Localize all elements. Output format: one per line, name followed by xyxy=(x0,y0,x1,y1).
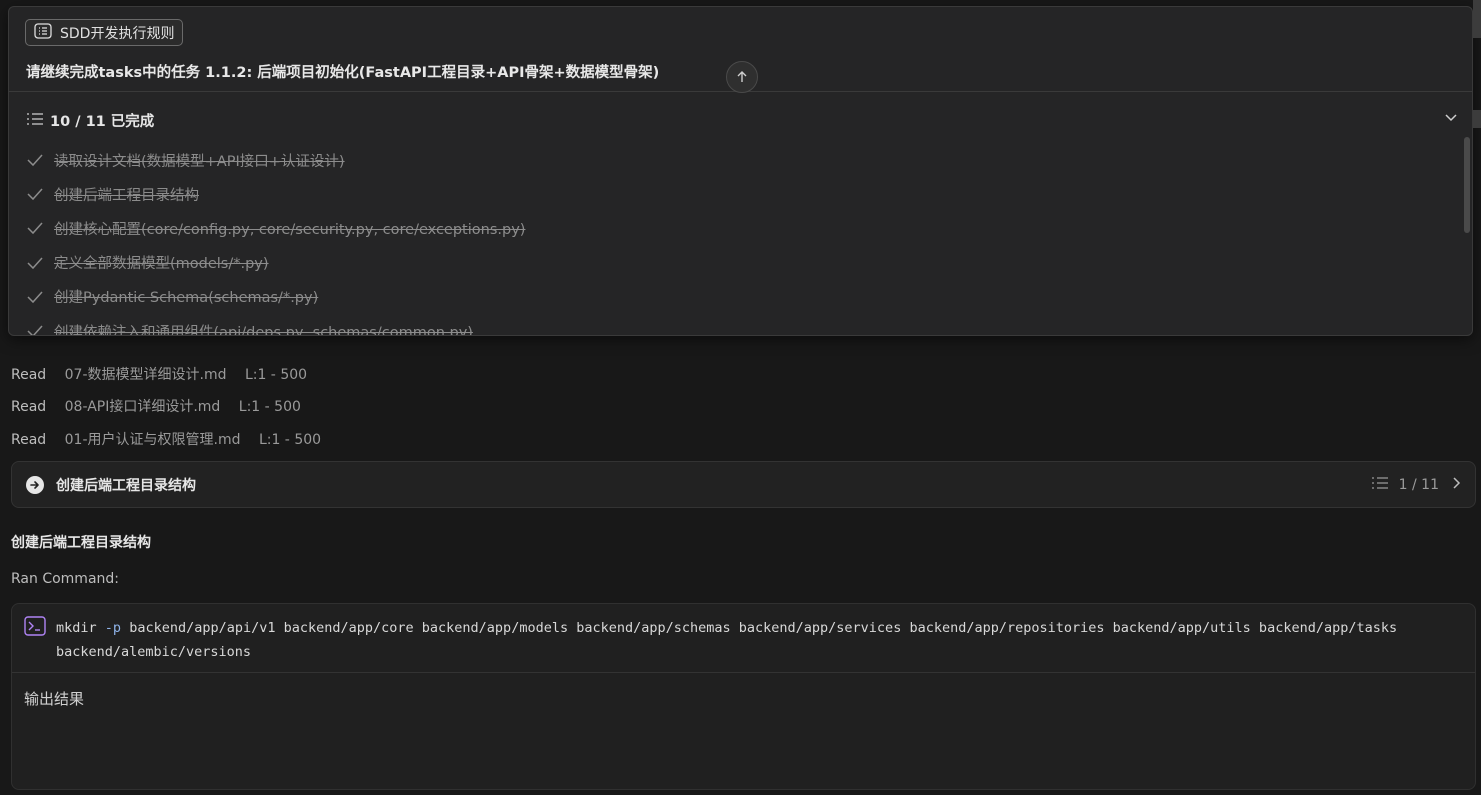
check-icon xyxy=(26,324,46,335)
command-card[interactable]: mkdir -p backend/app/api/v1 backend/app/… xyxy=(11,603,1476,790)
todo-item[interactable]: 创建依赖注入和通用组件(api/deps.py, schemas/common.… xyxy=(26,314,1452,336)
user-prompt[interactable]: 请继续完成tasks中的任务 1.1.2: 后端项目初始化(FastAPI工程目… xyxy=(26,61,659,82)
read-file[interactable]: 08-API接口详细设计.md xyxy=(65,399,221,415)
sticky-prompt-overlay: SDD开发执行规则 请继续完成tasks中的任务 1.1.2: 后端项目初始化(… xyxy=(8,6,1473,336)
current-step-card[interactable]: 创建后端工程目录结构 1 / 11 xyxy=(11,461,1476,508)
rules-icon xyxy=(34,22,60,43)
scroll-up-button[interactable] xyxy=(726,61,758,93)
command-name: mkdir xyxy=(56,620,97,636)
divider xyxy=(12,672,1475,673)
todo-item[interactable]: 读取设计文档(数据模型+API接口+认证设计) xyxy=(26,143,1452,177)
read-file[interactable]: 07-数据模型详细设计.md xyxy=(65,367,227,383)
read-range: L:1 - 500 xyxy=(238,399,301,415)
todo-label: 创建Pydantic Schema(schemas/*.py) xyxy=(54,290,319,307)
read-verb: Read xyxy=(11,399,47,415)
output-label: 输出结果 xyxy=(24,690,85,708)
terminal-icon xyxy=(24,616,46,636)
arrow-right-circle-icon xyxy=(26,475,44,494)
todo-scrollbar[interactable] xyxy=(1464,137,1470,233)
section-heading: 创建后端工程目录结构 xyxy=(11,535,151,551)
todo-item[interactable]: 创建核心配置(core/config.py, core/security.py,… xyxy=(26,211,1452,245)
check-icon xyxy=(26,153,46,167)
window-scrollbar[interactable] xyxy=(1473,0,1481,38)
todo-item[interactable]: 创建Pydantic Schema(schemas/*.py) xyxy=(26,280,1452,314)
read-row-1[interactable]: Read 07-数据模型详细设计.md L:1 - 500 xyxy=(11,364,307,384)
todo-label: 创建后端工程目录结构 xyxy=(54,187,199,204)
todo-label: 读取设计文档(数据模型+API接口+认证设计) xyxy=(54,153,345,170)
read-range: L:1 - 500 xyxy=(258,432,322,448)
step-title: 创建后端工程目录结构 xyxy=(56,477,196,494)
read-verb: Read xyxy=(11,432,47,448)
todo-progress: 10 / 11 已完成 xyxy=(50,114,155,130)
ran-command-label: Ran Command: xyxy=(11,571,119,587)
command-args: backend/app/api/v1 backend/app/core back… xyxy=(56,620,1398,660)
check-icon xyxy=(26,221,46,235)
read-row-3[interactable]: Read 01-用户认证与权限管理.md L:1 - 500 xyxy=(11,429,321,449)
scroll-up-icon xyxy=(737,71,747,82)
command-flag: -p xyxy=(104,620,122,636)
window-scrollbar-thumb[interactable] xyxy=(1473,110,1481,128)
todo-list: 读取设计文档(数据模型+API接口+认证设计) 创建后端工程目录结构 创建核心配… xyxy=(26,143,1452,336)
read-verb: Read xyxy=(11,367,47,383)
check-icon xyxy=(26,187,46,201)
command-text[interactable]: mkdir -p backend/app/api/v1 backend/app/… xyxy=(56,616,1415,664)
read-row-2[interactable]: Read 08-API接口详细设计.md L:1 - 500 xyxy=(11,396,301,416)
read-range: L:1 - 500 xyxy=(244,367,308,383)
list-icon xyxy=(26,111,50,131)
todo-item[interactable]: 创建后端工程目录结构 xyxy=(26,177,1452,211)
read-file[interactable]: 01-用户认证与权限管理.md xyxy=(65,432,241,448)
todo-label: 创建核心配置(core/config.py, core/security.py,… xyxy=(54,221,526,238)
check-icon xyxy=(26,290,46,304)
todo-header[interactable]: 10 / 11 已完成 xyxy=(26,110,154,131)
todo-label: 创建依赖注入和通用组件(api/deps.py, schemas/common.… xyxy=(54,324,473,336)
step-count: 1 / 11 xyxy=(1398,476,1439,493)
todo-label: 定义全部数据模型(models/*.py) xyxy=(54,256,269,273)
check-icon xyxy=(26,256,46,270)
rule-chip-label: SDD开发执行规则 xyxy=(60,25,175,42)
chevron-down-icon[interactable] xyxy=(1444,111,1458,127)
list-icon xyxy=(1371,475,1389,495)
todo-item[interactable]: 定义全部数据模型(models/*.py) xyxy=(26,246,1452,280)
chevron-right-icon[interactable] xyxy=(1451,476,1461,494)
rule-chip[interactable]: SDD开发执行规则 xyxy=(25,19,184,46)
